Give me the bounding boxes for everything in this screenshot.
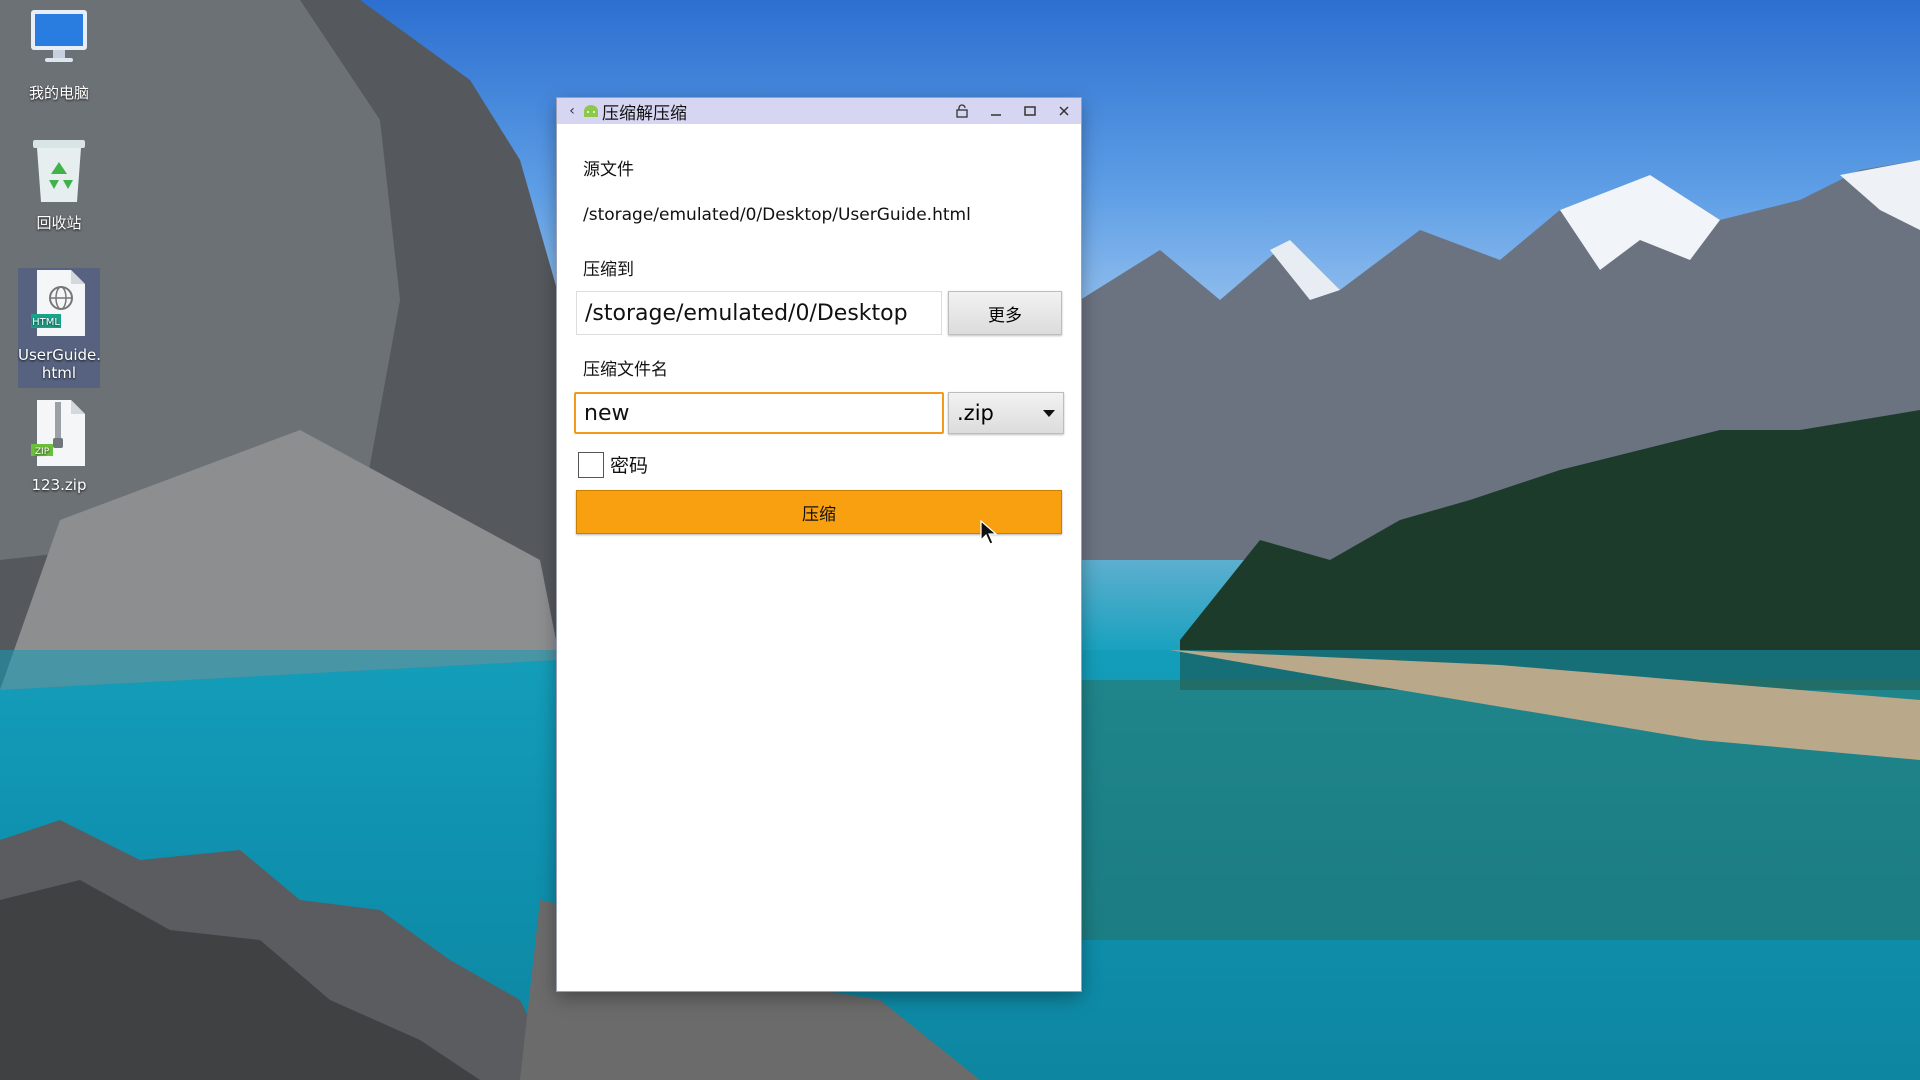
zip-file-icon: ZIP [27, 398, 91, 470]
recycle-bin-icon [27, 136, 91, 208]
desktop-icon-label: 回收站 [36, 214, 82, 232]
html-file-icon: HTML [27, 268, 91, 340]
desktop-icon-zip[interactable]: ZIP 123.zip [18, 398, 100, 494]
desktop-icon-userguide[interactable]: HTML UserGuide. html [18, 268, 102, 388]
dropdown-arrow-icon [1043, 409, 1055, 417]
password-checkbox[interactable] [578, 451, 604, 478]
password-label: 密码 [610, 455, 649, 477]
more-button[interactable]: 更多 [948, 291, 1062, 335]
archive-name-input[interactable] [574, 392, 944, 434]
archive-name-label: 压缩文件名 [583, 360, 668, 380]
source-file-label: 源文件 [583, 160, 634, 180]
desktop-icon-label: 我的电脑 [28, 84, 89, 102]
html-badge: HTML [32, 317, 60, 328]
desktop-icon-recycle-bin[interactable]: 回收站 [18, 136, 100, 232]
window-titlebar[interactable]: ‹ 压缩解压缩 [557, 98, 1081, 124]
desktop-icon-my-computer[interactable]: 我的电脑 [18, 6, 100, 102]
extension-select[interactable]: .zip [948, 392, 1064, 434]
extension-value: .zip [957, 401, 994, 425]
android-app-icon [584, 105, 598, 117]
computer-icon [27, 6, 91, 78]
back-icon[interactable]: ‹ [561, 103, 583, 119]
compress-to-label: 压缩到 [583, 260, 634, 280]
target-path-input[interactable] [576, 291, 942, 335]
desktop-icon-label: 123.zip [31, 476, 87, 494]
window-title: 压缩解压缩 [602, 103, 687, 124]
mouse-cursor-icon [980, 520, 998, 545]
compress-window: ‹ 压缩解压缩 源文件 /storage/emulated/0/Desktop/… [557, 98, 1081, 991]
maximize-icon[interactable] [1013, 98, 1047, 124]
zip-badge: ZIP [35, 447, 50, 457]
lock-icon[interactable] [945, 98, 979, 124]
minimize-icon[interactable] [979, 98, 1013, 124]
source-file-path: /storage/emulated/0/Desktop/UserGuide.ht… [583, 205, 971, 225]
close-icon[interactable] [1047, 98, 1081, 124]
desktop-icon-label: UserGuide. html [18, 346, 102, 382]
password-row: 密码 [578, 451, 648, 478]
